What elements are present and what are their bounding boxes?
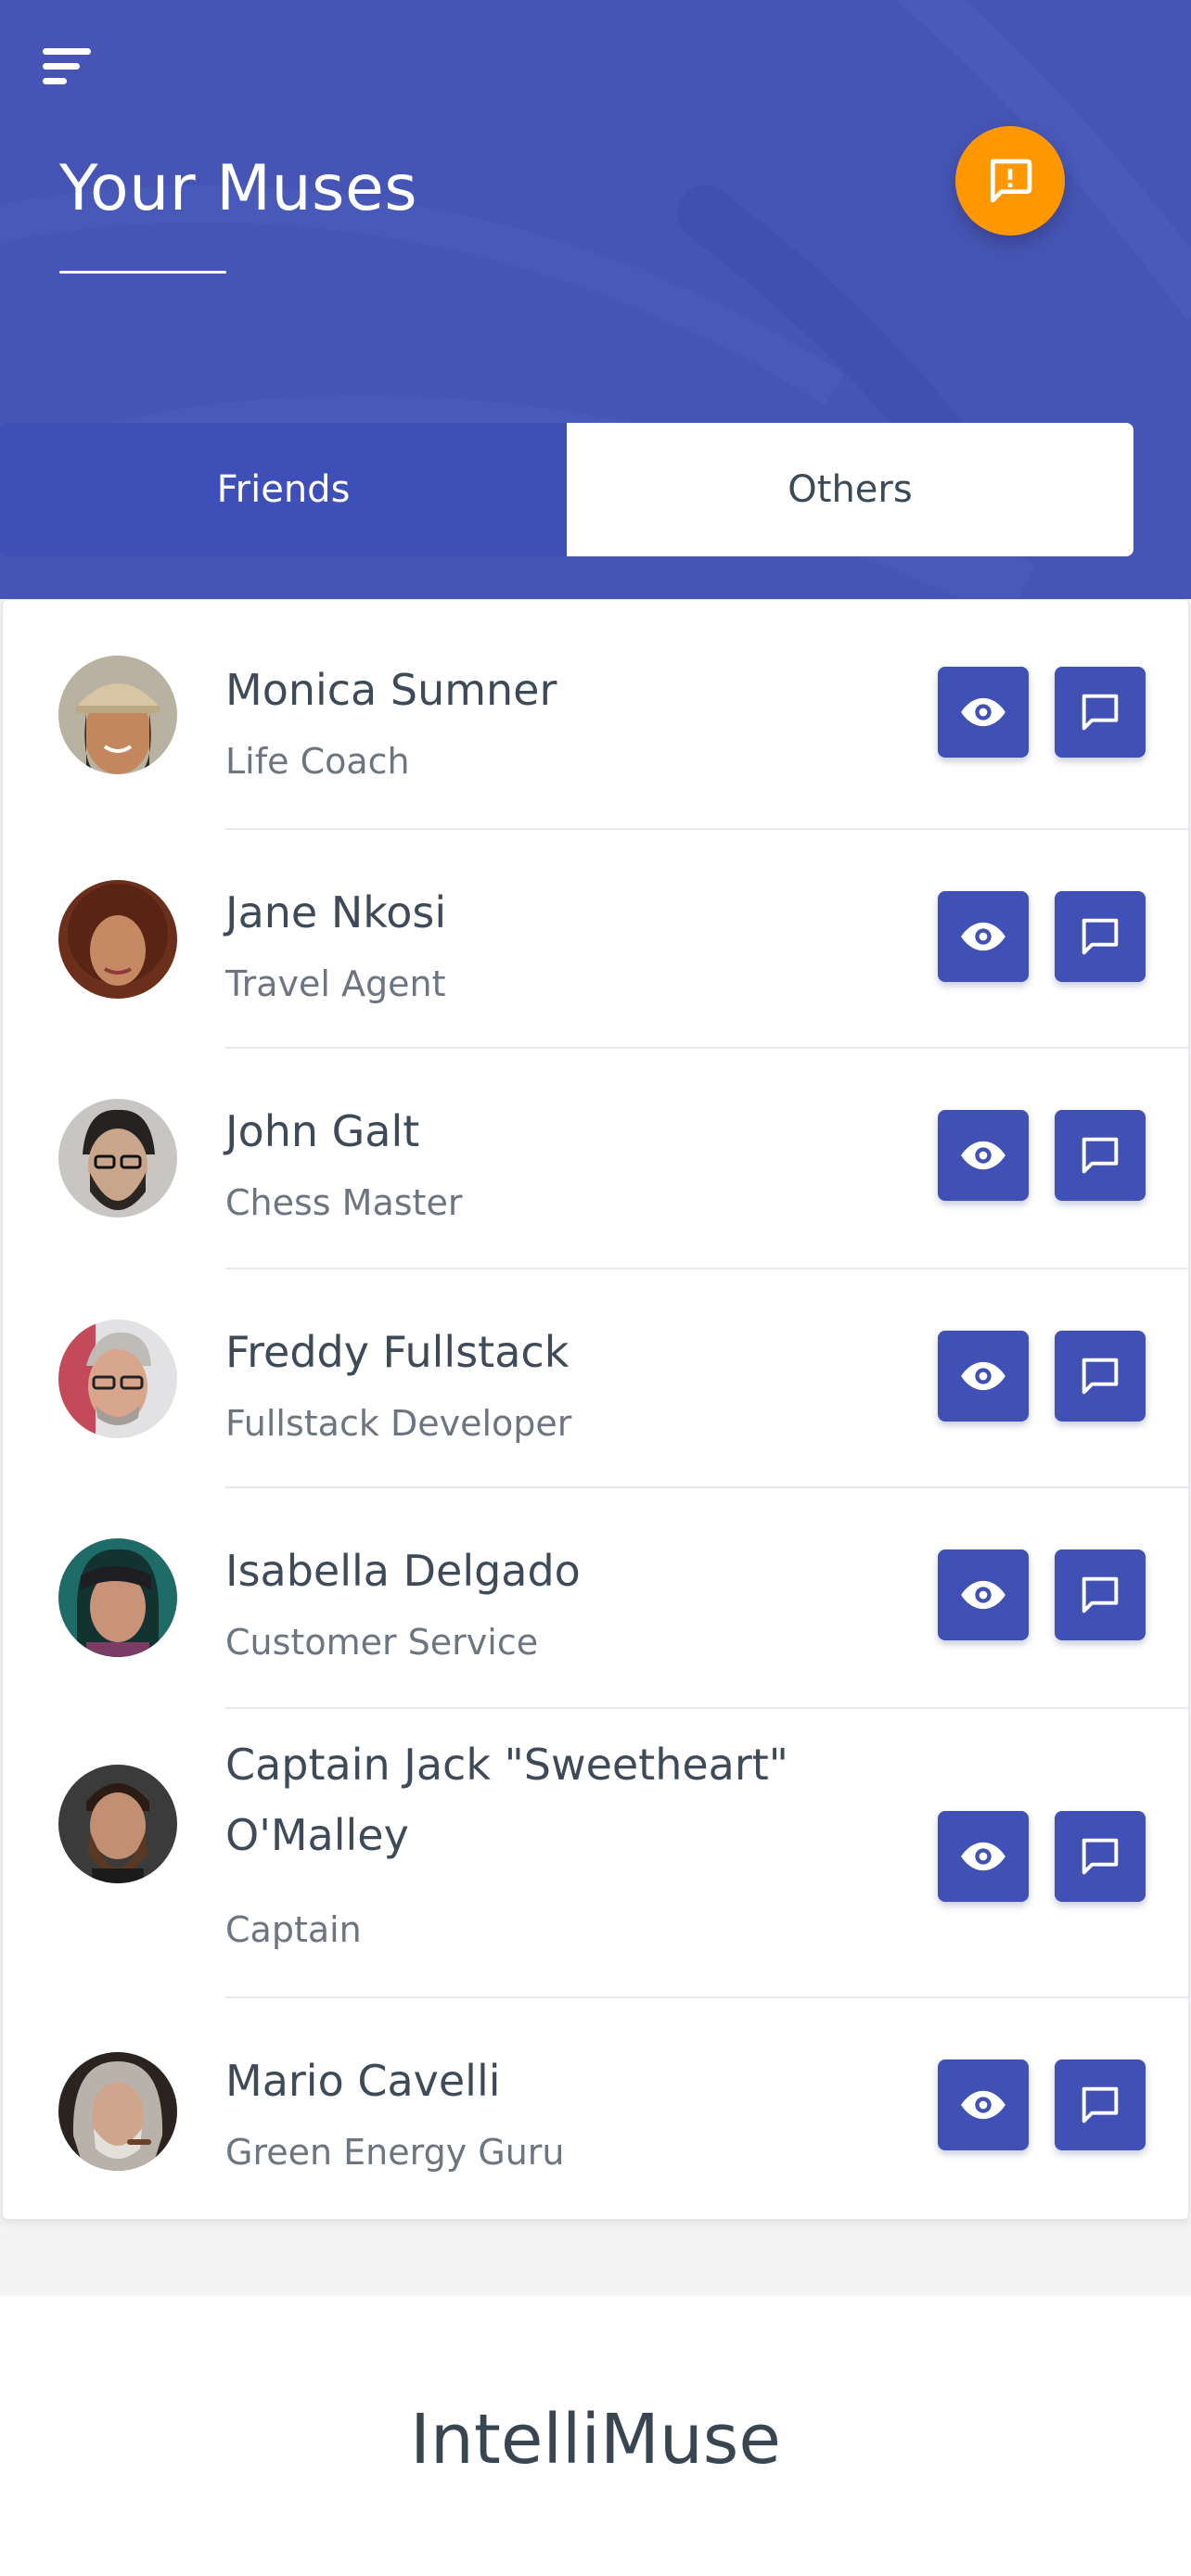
avatar[interactable] [58, 656, 177, 774]
list-item[interactable]: Captain Jack "Sweetheart" O'Malley Capta… [3, 1709, 1190, 1998]
list-item[interactable]: Freddy Fullstack Fullstack Developer [3, 1269, 1190, 1488]
title-underline [59, 271, 226, 274]
avatar[interactable] [58, 1538, 177, 1657]
message-button[interactable] [1055, 2060, 1146, 2150]
muse-role: Chess Master [225, 1182, 463, 1223]
muses-list: Monica Sumner Life Coach Jane Nkosi Trav… [2, 599, 1190, 2220]
muse-name: Captain Jack "Sweetheart" O'Malley [225, 1740, 788, 1860]
avatar[interactable] [58, 1099, 177, 1218]
feedback-button[interactable] [955, 126, 1065, 236]
tab-others[interactable]: Others [567, 423, 1133, 556]
message-square-icon [1082, 694, 1119, 731]
message-button[interactable] [1055, 667, 1146, 758]
view-button[interactable] [938, 1110, 1029, 1201]
message-button[interactable] [1055, 1110, 1146, 1201]
muse-name: Mario Cavelli [225, 2056, 501, 2106]
menu-icon[interactable] [43, 46, 95, 89]
page-title: Your Muses [59, 152, 418, 225]
list-item[interactable]: John Galt Chess Master [3, 1049, 1190, 1269]
avatar[interactable] [58, 1765, 177, 1883]
avatar[interactable] [58, 880, 177, 999]
view-button[interactable] [938, 891, 1029, 982]
muse-role: Customer Service [225, 1622, 539, 1663]
view-button[interactable] [938, 2060, 1029, 2150]
message-square-icon [1082, 1576, 1119, 1613]
brand-name: IntelliMuse [410, 2400, 781, 2480]
message-square-icon [1082, 1137, 1119, 1174]
view-button[interactable] [938, 1549, 1029, 1640]
tab-friends[interactable]: Friends [0, 423, 567, 556]
eye-icon [961, 1842, 1005, 1871]
eye-icon [961, 922, 1005, 951]
muse-role: Green Energy Guru [225, 2132, 565, 2173]
message-square-icon [1082, 1358, 1119, 1395]
muse-role: Fullstack Developer [225, 1403, 572, 1444]
muse-role: Travel Agent [225, 963, 446, 1004]
message-square-icon [1082, 1838, 1119, 1875]
eye-icon [961, 697, 1005, 727]
muse-name: John Galt [225, 1106, 420, 1156]
tab-bar: Friends Others [0, 423, 1133, 556]
avatar[interactable] [58, 1320, 177, 1438]
list-item[interactable]: Monica Sumner Life Coach [3, 600, 1190, 830]
feedback-alert-icon [991, 159, 1032, 203]
list-item[interactable]: Mario Cavelli Green Energy Guru [3, 1998, 1190, 2219]
eye-icon [961, 1361, 1005, 1391]
muse-name: Jane Nkosi [225, 887, 447, 937]
muse-role: Captain [225, 1909, 362, 1950]
muse-name: Freddy Fullstack [225, 1327, 570, 1377]
message-button[interactable] [1055, 1331, 1146, 1422]
muse-name: Isabella Delgado [225, 1546, 581, 1596]
view-button[interactable] [938, 667, 1029, 758]
eye-icon [961, 2090, 1005, 2120]
eye-icon [961, 1141, 1005, 1170]
footer: IntelliMuse [0, 2296, 1191, 2576]
message-button[interactable] [1055, 891, 1146, 982]
view-button[interactable] [938, 1811, 1029, 1902]
muse-role: Life Coach [225, 741, 410, 782]
list-item[interactable]: Isabella Delgado Customer Service [3, 1488, 1190, 1709]
avatar[interactable] [58, 2052, 177, 2171]
list-item[interactable]: Jane Nkosi Travel Agent [3, 830, 1190, 1049]
eye-icon [961, 1580, 1005, 1610]
view-button[interactable] [938, 1331, 1029, 1422]
message-square-icon [1082, 918, 1119, 955]
muse-name: Monica Sumner [225, 665, 557, 715]
message-button[interactable] [1055, 1811, 1146, 1902]
message-square-icon [1082, 2086, 1119, 2123]
message-button[interactable] [1055, 1549, 1146, 1640]
